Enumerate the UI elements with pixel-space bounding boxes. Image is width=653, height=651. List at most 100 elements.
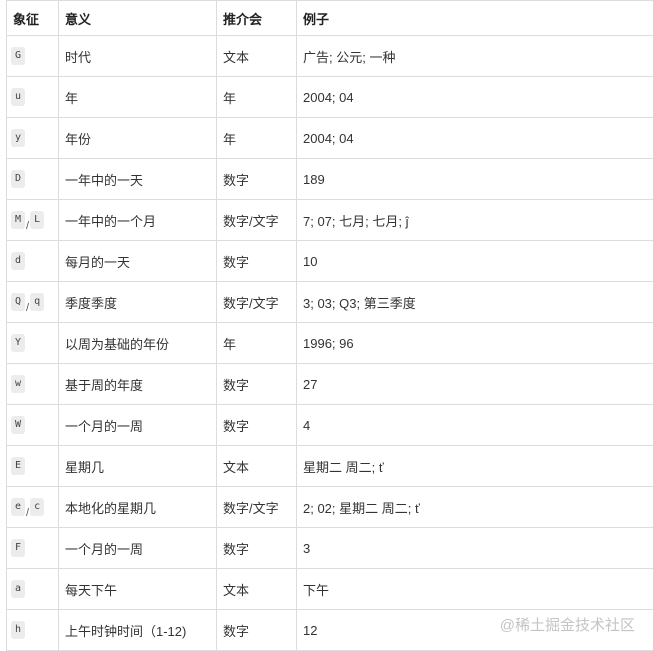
symbol-code: h: [11, 621, 25, 639]
symbol-cell: w: [7, 364, 59, 405]
meaning-cell: 年份: [59, 118, 217, 159]
example-cell: 189: [297, 159, 653, 200]
table-row: a 每天下午文本下午: [7, 569, 653, 610]
type-cell: 数字/文字: [217, 487, 297, 528]
example-cell: 3; 03; Q3; 第三季度: [297, 282, 653, 323]
example-cell: 10: [297, 241, 653, 282]
table-row: E 星期几文本星期二 周二; ť: [7, 446, 653, 487]
symbol-code: w: [11, 375, 25, 393]
symbol-separator: /: [26, 507, 29, 519]
symbol-code: M: [11, 211, 25, 229]
example-cell: 1996; 96: [297, 323, 653, 364]
table-header-row: 象征 意义 推介会 例子: [7, 1, 653, 36]
type-cell: 数字: [217, 241, 297, 282]
watermark: @稀土掘金技术社区: [500, 614, 635, 635]
symbol-code: y: [11, 129, 25, 147]
example-cell: 2; 02; 星期二 周二; ť: [297, 487, 653, 528]
symbol-cell: D: [7, 159, 59, 200]
meaning-cell: 季度季度: [59, 282, 217, 323]
symbol-cell: a: [7, 569, 59, 610]
type-cell: 数字: [217, 405, 297, 446]
table-row: y年份年2004; 04: [7, 118, 653, 159]
symbol-cell: M/L: [7, 200, 59, 241]
table-row: w 基于周的年度数字27: [7, 364, 653, 405]
header-symbol: 象征: [7, 1, 59, 36]
symbol-code: G: [11, 47, 25, 65]
meaning-cell: 一年中的一个月: [59, 200, 217, 241]
example-cell: 2004; 04: [297, 118, 653, 159]
meaning-cell: 星期几: [59, 446, 217, 487]
meaning-cell: 一年中的一天: [59, 159, 217, 200]
type-cell: 文本: [217, 446, 297, 487]
symbol-separator: /: [26, 220, 29, 232]
type-cell: 数字: [217, 364, 297, 405]
type-cell: 数字: [217, 528, 297, 569]
type-cell: 文本: [217, 569, 297, 610]
header-presentation: 推介会: [217, 1, 297, 36]
symbol-code: L: [30, 211, 44, 229]
example-cell: 星期二 周二; ť: [297, 446, 653, 487]
example-cell: 7; 07; 七月; 七月; ĵ: [297, 200, 653, 241]
symbol-code: E: [11, 457, 25, 475]
symbol-code: e: [11, 498, 25, 516]
symbol-code: Y: [11, 334, 25, 352]
symbol-code: W: [11, 416, 25, 434]
meaning-cell: 每天下午: [59, 569, 217, 610]
symbol-code: Q: [11, 293, 25, 311]
symbol-code: F: [11, 539, 25, 557]
format-symbol-table: 象征 意义 推介会 例子 G时代文本广告; 公元; 一种u年年2004; 04y…: [6, 0, 653, 651]
symbol-separator: /: [26, 302, 29, 314]
type-cell: 数字/文字: [217, 282, 297, 323]
meaning-cell: 时代: [59, 36, 217, 77]
meaning-cell: 上午时钟时间（1-12): [59, 610, 217, 651]
type-cell: 数字: [217, 159, 297, 200]
table-row: Q/q季度季度数字/文字3; 03; Q3; 第三季度: [7, 282, 653, 323]
example-cell: 3: [297, 528, 653, 569]
symbol-cell: y: [7, 118, 59, 159]
symbol-code: d: [11, 252, 25, 270]
header-meaning: 意义: [59, 1, 217, 36]
table-row: Y 以周为基础的年份年1996; 96: [7, 323, 653, 364]
symbol-cell: G: [7, 36, 59, 77]
type-cell: 数字: [217, 610, 297, 651]
symbol-cell: W: [7, 405, 59, 446]
symbol-cell: d: [7, 241, 59, 282]
example-cell: 下午: [297, 569, 653, 610]
table-row: d 每月的一天数字10: [7, 241, 653, 282]
symbol-cell: e/c: [7, 487, 59, 528]
table-row: e/c本地化的星期几数字/文字2; 02; 星期二 周二; ť: [7, 487, 653, 528]
table-row: M/L一年中的一个月数字/文字7; 07; 七月; 七月; ĵ: [7, 200, 653, 241]
table-row: F 一个月的一周数字3: [7, 528, 653, 569]
symbol-cell: h: [7, 610, 59, 651]
meaning-cell: 一个月的一周: [59, 528, 217, 569]
table-row: D 一年中的一天数字189: [7, 159, 653, 200]
symbol-cell: E: [7, 446, 59, 487]
example-cell: 2004; 04: [297, 77, 653, 118]
symbol-cell: Q/q: [7, 282, 59, 323]
symbol-cell: u: [7, 77, 59, 118]
symbol-cell: F: [7, 528, 59, 569]
meaning-cell: 以周为基础的年份: [59, 323, 217, 364]
symbol-code: q: [30, 293, 44, 311]
header-example: 例子: [297, 1, 653, 36]
meaning-cell: 每月的一天: [59, 241, 217, 282]
type-cell: 文本: [217, 36, 297, 77]
table-body: G时代文本广告; 公元; 一种u年年2004; 04y年份年2004; 04D一…: [7, 36, 653, 651]
example-cell: 4: [297, 405, 653, 446]
meaning-cell: 一个月的一周: [59, 405, 217, 446]
symbol-code: c: [30, 498, 44, 516]
type-cell: 数字/文字: [217, 200, 297, 241]
symbol-code: a: [11, 580, 25, 598]
table-row: u年年2004; 04: [7, 77, 653, 118]
symbol-cell: Y: [7, 323, 59, 364]
example-cell: 27: [297, 364, 653, 405]
meaning-cell: 本地化的星期几: [59, 487, 217, 528]
symbol-code: u: [11, 88, 25, 106]
example-cell: 广告; 公元; 一种: [297, 36, 653, 77]
table-row: W 一个月的一周数字4: [7, 405, 653, 446]
symbol-code: D: [11, 170, 25, 188]
meaning-cell: 年: [59, 77, 217, 118]
table-row: G 时代文本广告; 公元; 一种: [7, 36, 653, 77]
meaning-cell: 基于周的年度: [59, 364, 217, 405]
type-cell: 年: [217, 323, 297, 364]
